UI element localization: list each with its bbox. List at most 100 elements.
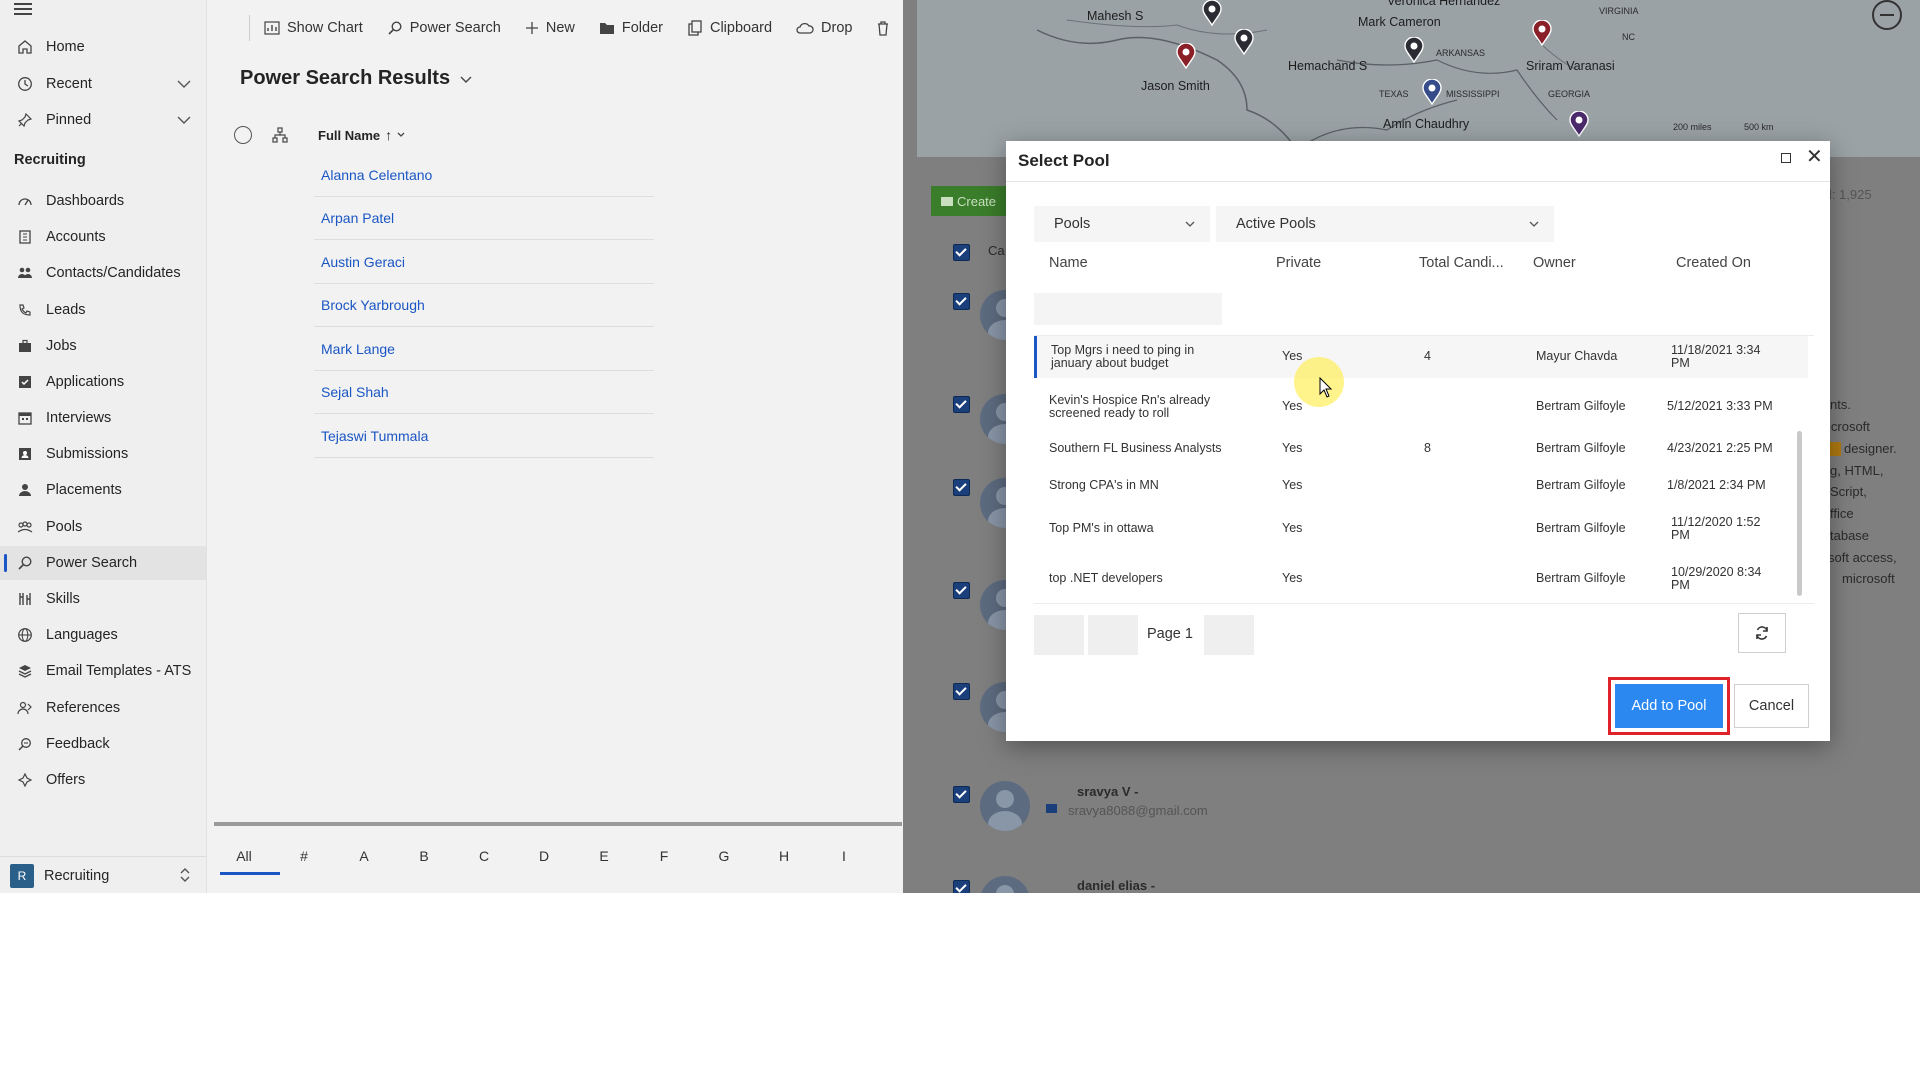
select-all-radio[interactable]	[234, 126, 252, 144]
close-icon[interactable]: ✕	[1806, 147, 1823, 167]
sidebar-item-languages[interactable]: Languages	[0, 618, 206, 652]
sidebar-item-placements[interactable]: Placements	[0, 473, 206, 507]
candidate-link[interactable]: Arpan Patel	[321, 210, 394, 226]
power-search-button[interactable]: Power Search	[387, 20, 501, 36]
alpha-filter-all[interactable]: All	[214, 848, 280, 875]
sidebar-item-offers[interactable]: Offers	[0, 763, 206, 797]
sidebar-item-submissions[interactable]: Submissions	[0, 437, 206, 471]
map-pin-icon[interactable]	[1404, 37, 1424, 63]
table-scrollbar[interactable]	[1797, 431, 1802, 596]
alpha-filter-b[interactable]: B	[394, 848, 454, 864]
sidebar-item-accounts[interactable]: Accounts	[0, 220, 206, 254]
alpha-filter-d[interactable]: D	[514, 848, 574, 864]
table-row[interactable]: Sejal Shah	[314, 370, 654, 414]
view-title[interactable]: Power Search Results	[240, 67, 474, 90]
sidebar-item-pools[interactable]: Pools	[0, 510, 206, 544]
cancel-button[interactable]: Cancel	[1734, 684, 1809, 728]
new-button[interactable]: New	[525, 20, 575, 36]
maximize-icon[interactable]	[1781, 153, 1791, 163]
alpha-filter-hash[interactable]: #	[274, 848, 334, 864]
table-row[interactable]: Strong CPA's in MN Yes Bertram Gilfoyle …	[1034, 468, 1808, 504]
sidebar-item-pinned[interactable]: Pinned	[0, 103, 206, 137]
map-pin-icon[interactable]	[1176, 43, 1196, 69]
chevron-down-icon[interactable]	[396, 130, 406, 140]
candidate-link[interactable]: Sejal Shah	[321, 384, 389, 400]
sidebar-item-references[interactable]: References	[0, 691, 206, 725]
clipboard-button[interactable]: Clipboard	[687, 20, 772, 36]
sidebar-item-interviews[interactable]: Interviews	[0, 401, 206, 435]
zoom-out-icon[interactable]	[1872, 0, 1902, 30]
sidebar-item-feedback[interactable]: Feedback	[0, 727, 206, 761]
previous-page-button[interactable]	[1088, 615, 1138, 655]
map-pin-icon[interactable]	[1202, 0, 1222, 26]
chevron-up-down-icon[interactable]	[178, 867, 192, 887]
drop-button[interactable]: Drop	[796, 20, 852, 36]
next-page-button[interactable]	[1204, 615, 1254, 655]
column-header-private[interactable]: Private	[1276, 255, 1321, 271]
map-pin-icon[interactable]	[1234, 29, 1254, 55]
candidate-email[interactable]: sravya8088@gmail.com	[1068, 803, 1208, 818]
table-row[interactable]: Top PM's in ottawa Yes Bertram Gilfoyle …	[1034, 504, 1808, 550]
column-header-name[interactable]: Name	[1049, 255, 1088, 271]
sidebar-item-power-search[interactable]: Power Search	[0, 546, 206, 580]
map-pin-icon[interactable]	[1532, 20, 1552, 46]
table-row[interactable]: Southern FL Business Analysts Yes 8 Bert…	[1034, 430, 1808, 466]
chevron-down-icon[interactable]	[176, 112, 192, 132]
show-chart-button[interactable]: Show Chart	[264, 20, 363, 36]
column-header-total-candidates[interactable]: Total Candi...	[1419, 255, 1504, 271]
alpha-filter-i[interactable]: I	[814, 848, 874, 864]
hierarchy-icon[interactable]	[272, 127, 288, 143]
row-checkbox[interactable]	[953, 683, 970, 700]
table-row[interactable]: Mark Lange	[314, 327, 654, 371]
row-checkbox[interactable]	[953, 582, 970, 599]
pools-entity-select[interactable]: Pools	[1034, 206, 1210, 242]
alpha-filter-e[interactable]: E	[574, 848, 634, 864]
sidebar-item-contacts[interactable]: Contacts/Candidates	[0, 256, 206, 290]
row-checkbox[interactable]	[953, 786, 970, 803]
row-checkbox[interactable]	[953, 479, 970, 496]
sidebar-item-dashboards[interactable]: Dashboards	[0, 184, 206, 218]
pools-view-select[interactable]: Active Pools	[1216, 206, 1554, 242]
sidebar-item-email-templates[interactable]: Email Templates - ATS	[0, 654, 206, 688]
row-checkbox[interactable]	[953, 293, 970, 310]
alpha-filter-f[interactable]: F	[634, 848, 694, 864]
table-row[interactable]: Austin Geraci	[314, 240, 654, 284]
table-row[interactable]: Tejaswi Tummala	[314, 414, 654, 458]
candidate-link[interactable]: Brock Yarbrough	[321, 297, 425, 313]
map-pin-icon[interactable]	[1422, 79, 1442, 105]
quick-find-input[interactable]	[1034, 293, 1222, 325]
delete-button[interactable]	[876, 20, 897, 36]
area-switcher[interactable]: R Recruiting	[0, 856, 206, 893]
table-row[interactable]: Brock Yarbrough	[314, 283, 654, 327]
sort-asc-icon[interactable]: ↑	[385, 127, 392, 143]
first-page-button[interactable]	[1034, 615, 1084, 655]
hamburger-menu-icon[interactable]	[14, 0, 34, 16]
table-row[interactable]: top .NET developers Yes Bertram Gilfoyle…	[1034, 552, 1808, 598]
sidebar-item-jobs[interactable]: Jobs	[0, 329, 206, 363]
candidate-link[interactable]: Tejaswi Tummala	[321, 428, 428, 444]
column-header-owner[interactable]: Owner	[1533, 255, 1576, 271]
table-row[interactable]: Arpan Patel	[314, 196, 654, 240]
chevron-down-icon[interactable]	[176, 76, 192, 96]
refresh-button[interactable]	[1738, 613, 1786, 653]
table-row[interactable]: Alanna Celentano	[314, 153, 654, 197]
map-pin-icon[interactable]	[1569, 111, 1589, 137]
sidebar-item-recent[interactable]: Recent	[0, 67, 206, 101]
candidate-name[interactable]: sravya V -	[1077, 784, 1138, 799]
select-all-checkbox[interactable]	[953, 244, 970, 261]
sidebar-item-home[interactable]: Home	[0, 30, 206, 64]
alpha-filter-h[interactable]: H	[754, 848, 814, 864]
candidate-link[interactable]: Alanna Celentano	[321, 167, 432, 183]
column-header-created-on[interactable]: Created On	[1676, 255, 1751, 271]
sidebar-item-leads[interactable]: Leads	[0, 293, 206, 327]
table-row[interactable]: Kevin's Hospice Rn's already screened re…	[1034, 382, 1808, 427]
candidate-name[interactable]: daniel elias -	[1077, 878, 1155, 893]
candidate-link[interactable]: Mark Lange	[321, 341, 395, 357]
column-header-full-name[interactable]: Full Name	[318, 128, 380, 143]
alpha-filter-a[interactable]: A	[334, 848, 394, 864]
row-checkbox[interactable]	[953, 396, 970, 413]
folder-button[interactable]: Folder	[599, 20, 663, 36]
candidate-link[interactable]: Austin Geraci	[321, 254, 405, 270]
alpha-filter-c[interactable]: C	[454, 848, 514, 864]
alpha-filter-g[interactable]: G	[694, 848, 754, 864]
